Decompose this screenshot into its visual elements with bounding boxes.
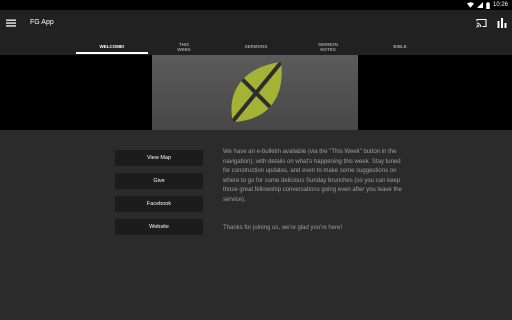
status-time: 10:26 (492, 2, 508, 8)
tab-bible-label: BIBLE (393, 44, 407, 49)
welcome-paragraph: We have an e-bulletin available (via the… (223, 149, 402, 203)
leaf-cross-logo (231, 62, 282, 122)
tab-sermon-notes-label: SERMON NOTES (318, 41, 338, 52)
tab-sermon-notes[interactable]: SERMON NOTES (292, 38, 364, 55)
website-button[interactable]: Website (115, 219, 203, 235)
app-bar: FG App (0, 10, 512, 38)
active-tab-indicator (76, 52, 148, 54)
tab-sermons-label: SERMONS (244, 44, 268, 49)
view-map-button[interactable]: View Map (115, 150, 203, 166)
battery-icon (486, 1, 490, 9)
signal-icon (476, 2, 483, 8)
facebook-button[interactable]: Facebook (115, 196, 203, 212)
tab-sermons[interactable]: SERMONS (220, 38, 292, 55)
status-indicators: 10:26 (466, 1, 508, 9)
give-button[interactable]: Give (115, 173, 203, 189)
tab-this-week[interactable]: THIS WEEK (148, 38, 220, 55)
app-title: FG App (30, 19, 54, 26)
wifi-icon (466, 2, 474, 8)
status-bar: 10:26 (0, 0, 512, 10)
stats-icon[interactable] (497, 18, 507, 28)
menu-icon[interactable] (6, 18, 16, 28)
cast-icon[interactable] (476, 18, 487, 28)
tab-bible[interactable]: BIBLE (364, 38, 436, 55)
app-screen: 10:26 FG App WELCOME! THIS WEEK SERMONS … (0, 0, 512, 320)
tab-this-week-label: THIS WEEK (177, 41, 191, 52)
tab-welcome-label: WELCOME! (99, 44, 125, 49)
thanks-paragraph: Thanks for joining us, we're glad you're… (223, 225, 343, 231)
